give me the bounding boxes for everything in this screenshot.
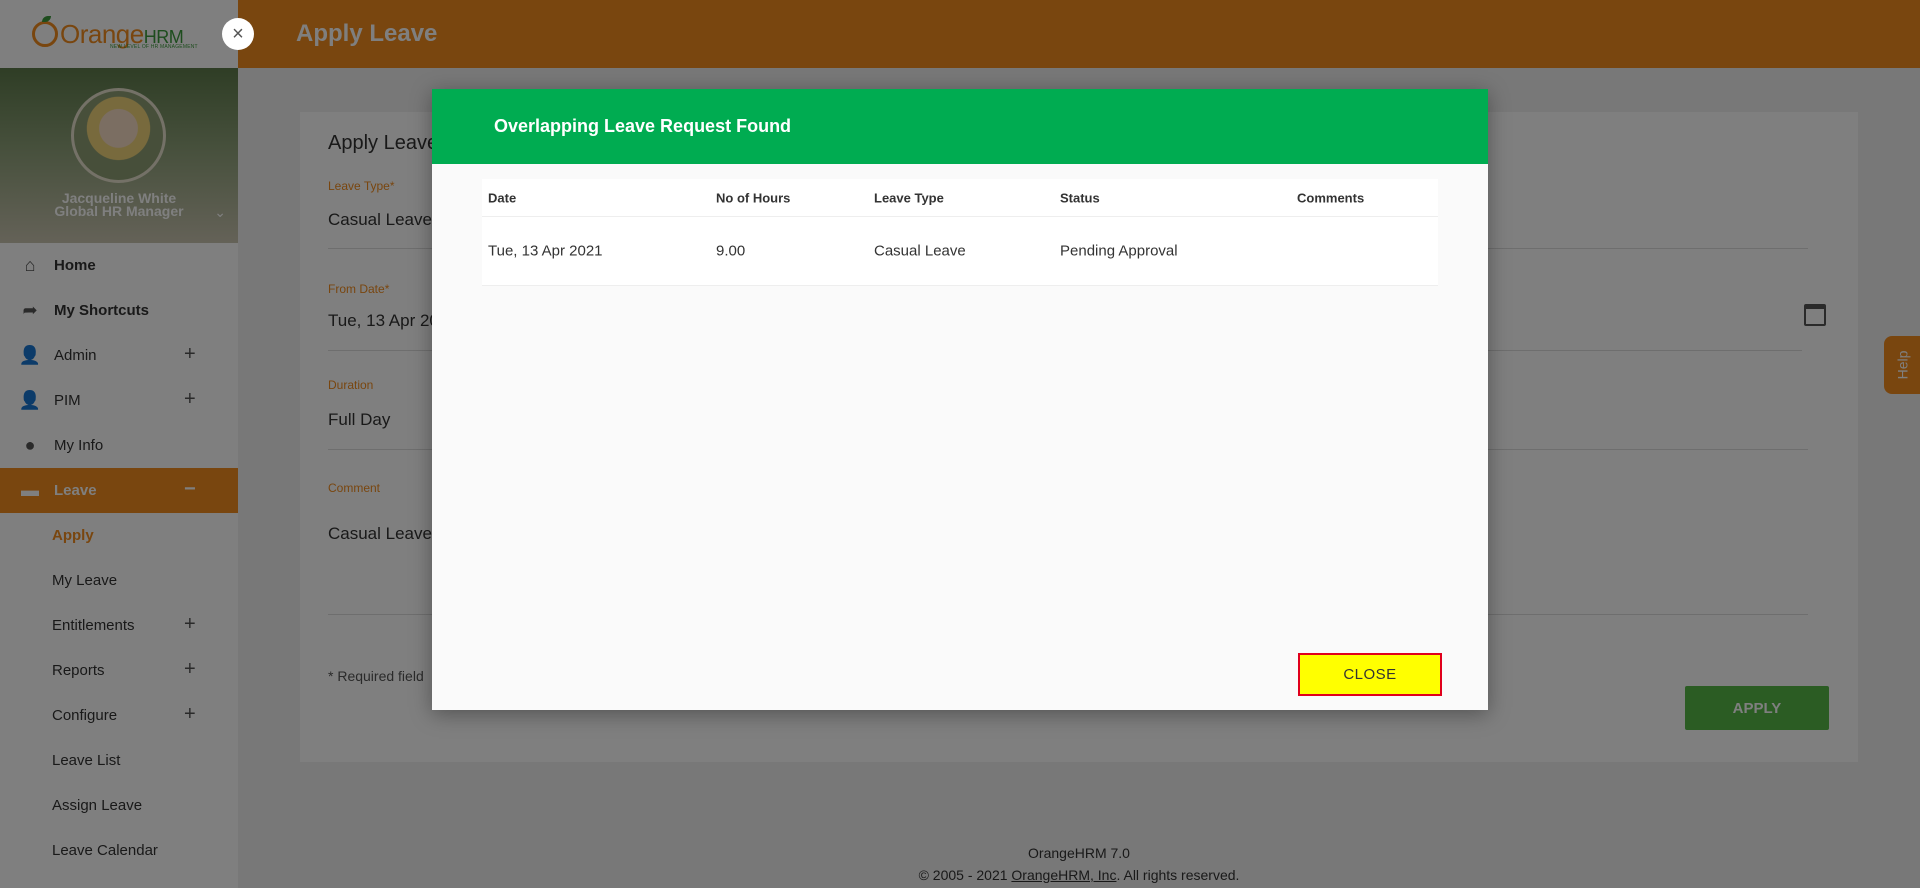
cell-leave-type: Casual Leave bbox=[874, 242, 966, 260]
overlap-modal: Overlapping Leave Request Found Date No … bbox=[432, 89, 1488, 710]
cell-date: Tue, 13 Apr 2021 bbox=[488, 242, 603, 260]
cell-hours: 9.00 bbox=[716, 242, 746, 260]
close-sidebar-icon[interactable]: × bbox=[222, 18, 254, 50]
table-header-row: Date No of Hours Leave Type Status Comme… bbox=[482, 179, 1438, 217]
table-row: Tue, 13 Apr 2021 9.00 Casual Leave Pendi… bbox=[482, 217, 1438, 286]
overlap-table: Date No of Hours Leave Type Status Comme… bbox=[482, 179, 1438, 286]
column-header: Leave Type bbox=[874, 190, 944, 205]
cell-status: Pending Approval bbox=[1060, 242, 1178, 260]
column-header: Date bbox=[488, 190, 517, 205]
column-header: Status bbox=[1060, 190, 1100, 205]
close-button[interactable]: CLOSE bbox=[1298, 653, 1442, 696]
modal-title: Overlapping Leave Request Found bbox=[432, 89, 1488, 164]
column-header: No of Hours bbox=[716, 190, 791, 205]
column-header: Comments bbox=[1297, 190, 1365, 205]
